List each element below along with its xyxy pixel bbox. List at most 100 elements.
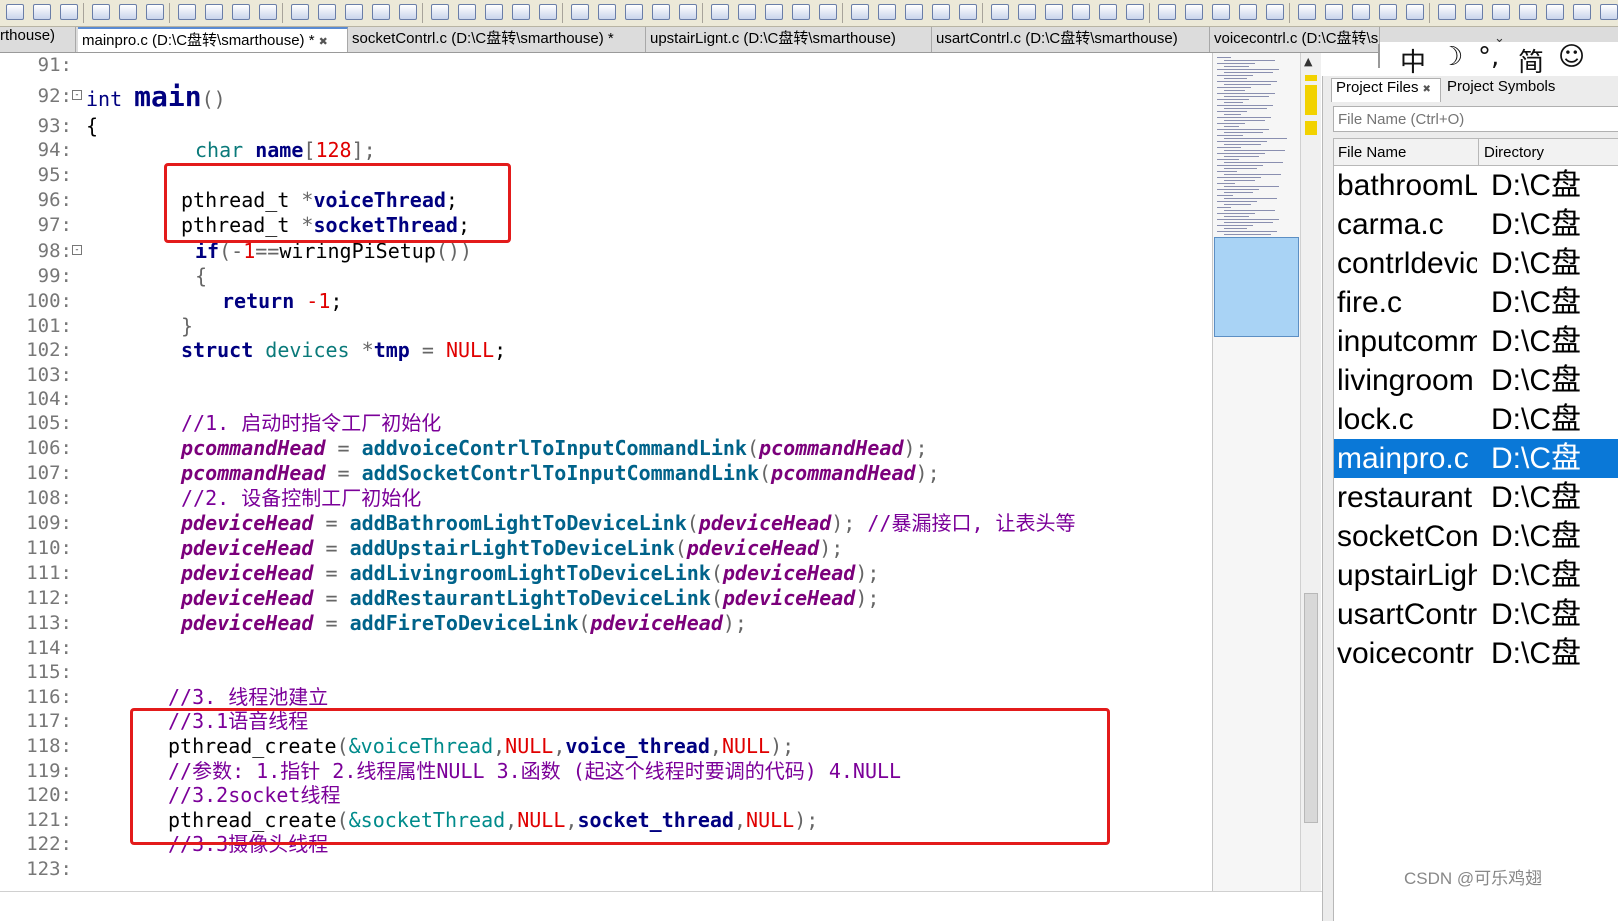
tab-upstairlignt[interactable]: upstairLignt.c (D:\C盘转\smarthouse) <box>646 27 932 52</box>
file-list-item[interactable]: contrldevic D:\C盘 <box>1334 244 1618 283</box>
toolbar-button-icon[interactable] <box>1406 4 1424 20</box>
toolbar-button-icon[interactable] <box>932 4 950 20</box>
toolbar-button-icon[interactable] <box>1379 4 1397 20</box>
toolbar-button-icon[interactable] <box>1519 4 1537 20</box>
toolbar-button-icon[interactable] <box>146 4 164 20</box>
file-list-item[interactable]: socketCon D:\C盘 <box>1334 517 1618 556</box>
scroll-up-arrow-icon[interactable]: ▲ <box>1304 55 1312 68</box>
toolbar-button-icon[interactable] <box>652 4 670 20</box>
tab-voicecontrl[interactable]: voicecontrl.c (D:\C盘转\smarthouse) <box>1210 27 1380 52</box>
file-list-item[interactable]: bathroomL D:\C盘 <box>1334 166 1618 205</box>
toolbar-button-icon[interactable] <box>259 4 277 20</box>
toolbar-button-icon[interactable] <box>431 4 449 20</box>
toolbar-button-icon[interactable] <box>1546 4 1564 20</box>
toolbar-button-icon[interactable] <box>1573 4 1591 20</box>
toolbar-button-icon[interactable] <box>819 4 837 20</box>
tab-usartcontrl[interactable]: usartContrl.c (D:\C盘转\smarthouse) <box>932 27 1210 52</box>
tab-project-symbols[interactable]: Project Symbols <box>1443 78 1618 102</box>
toolbar-button-icon[interactable] <box>959 4 977 20</box>
toolbar-button-icon[interactable] <box>905 4 923 20</box>
toolbar-button-icon[interactable] <box>738 4 756 20</box>
toolbar-button-icon[interactable] <box>1185 4 1203 20</box>
toolbar-button-icon[interactable] <box>1126 4 1144 20</box>
toolbar-button-icon[interactable] <box>625 4 643 20</box>
minimap-line <box>1224 216 1249 217</box>
toolbar-button-icon[interactable] <box>1212 4 1230 20</box>
toolbar-button-icon[interactable] <box>539 4 557 20</box>
tab-close-icon[interactable]: ✖ <box>319 36 328 48</box>
toolbar-button-icon[interactable] <box>1600 4 1618 20</box>
scroll-thumb[interactable] <box>1304 593 1318 823</box>
file-list-item[interactable]: restaurant D:\C盘 <box>1334 478 1618 517</box>
toolbar-button-icon[interactable] <box>679 4 697 20</box>
minimap-line <box>1217 159 1239 160</box>
panel-tab-close-icon[interactable]: ✖ <box>1423 84 1431 95</box>
toolbar-button-icon[interactable] <box>598 4 616 20</box>
file-name-filter-input[interactable] <box>1333 106 1618 132</box>
tab-project-files[interactable]: Project Files ✖ <box>1331 78 1441 102</box>
toolbar-button-icon[interactable] <box>178 4 196 20</box>
toolbar-button-icon[interactable] <box>399 4 417 20</box>
toolbar-button-icon[interactable] <box>60 4 78 20</box>
vertical-scrollbar[interactable]: ▲ <box>1300 53 1321 891</box>
toolbar-button-icon[interactable] <box>1045 4 1063 20</box>
toolbar-button-icon[interactable] <box>232 4 250 20</box>
fold-toggle-icon[interactable]: - <box>72 90 82 100</box>
toolbar-button-icon[interactable] <box>345 4 363 20</box>
toolbar-button-icon[interactable] <box>1266 4 1284 20</box>
tab-partial[interactable]: rthouse) <box>0 27 76 52</box>
toolbar-button-icon[interactable] <box>765 4 783 20</box>
toolbar-button-icon[interactable] <box>1438 4 1456 20</box>
file-list-item[interactable]: inputcomm D:\C盘 <box>1334 322 1618 361</box>
toolbar-button-icon[interactable] <box>119 4 137 20</box>
ime-chinese-mode[interactable]: 中 <box>1400 42 1426 79</box>
toolbar-button-icon[interactable] <box>1465 4 1483 20</box>
column-header-directory[interactable]: Directory <box>1484 144 1544 161</box>
toolbar-button-icon[interactable] <box>711 4 729 20</box>
toolbar-button-icon[interactable] <box>318 4 336 20</box>
file-name: fire.c <box>1337 286 1403 319</box>
toolbar-button-icon[interactable] <box>1072 4 1090 20</box>
file-list-item[interactable]: fire.c D:\C盘 <box>1334 283 1618 322</box>
toolbar-button-icon[interactable] <box>92 4 110 20</box>
toolbar-button-icon[interactable] <box>991 4 1009 20</box>
ime-punctuation-icon[interactable]: °, <box>1478 42 1499 72</box>
toolbar-button-icon[interactable] <box>458 4 476 20</box>
minimap-viewport[interactable] <box>1214 237 1299 337</box>
toolbar-button-icon[interactable] <box>1325 4 1343 20</box>
tab-mainpro[interactable]: mainpro.c (D:\C盘转\smarthouse) * ✖ <box>78 27 348 52</box>
column-header-file-name[interactable]: File Name <box>1338 144 1406 161</box>
toolbar-button-icon[interactable] <box>6 4 24 20</box>
toolbar-button-icon[interactable] <box>291 4 309 20</box>
toolbar-button-icon[interactable] <box>1239 4 1257 20</box>
ime-simplified-mode[interactable]: 简 <box>1518 42 1544 79</box>
toolbar-button-icon[interactable] <box>1158 4 1176 20</box>
toolbar-button-icon[interactable] <box>485 4 503 20</box>
toolbar-button-icon[interactable] <box>1099 4 1117 20</box>
toolbar-button-icon[interactable] <box>33 4 51 20</box>
ime-emoji-icon[interactable]: ☺ <box>1558 42 1585 72</box>
file-list-item[interactable]: mainpro.c D:\C盘 <box>1334 439 1618 478</box>
toolbar-button-icon[interactable] <box>878 4 896 20</box>
toolbar-button-icon[interactable] <box>571 4 589 20</box>
code-editor[interactable]: 91: 92: 93: 94: 95: 96: 97: 98: 99: 100: 101: 102: 1… <box>0 53 1212 891</box>
toolbar-button-icon[interactable] <box>512 4 530 20</box>
toolbar-button-icon[interactable] <box>1298 4 1316 20</box>
file-list-item[interactable]: voicecontr D:\C盘 <box>1334 634 1618 673</box>
fold-toggle-icon[interactable]: - <box>72 245 82 255</box>
file-list-item[interactable]: upstairLigh D:\C盘 <box>1334 556 1618 595</box>
file-list-item[interactable]: lock.c D:\C盘 <box>1334 400 1618 439</box>
file-list-item[interactable]: usartContr D:\C盘 <box>1334 595 1618 634</box>
file-list-item[interactable]: livingroom D:\C盘 <box>1334 361 1618 400</box>
toolbar-button-icon[interactable] <box>792 4 810 20</box>
toolbar-button-icon[interactable] <box>1492 4 1510 20</box>
toolbar-button-icon[interactable] <box>372 4 390 20</box>
toolbar-button-icon[interactable] <box>1352 4 1370 20</box>
tab-socketcontrl[interactable]: socketContrl.c (D:\C盘转\smarthouse) * <box>348 27 646 52</box>
toolbar-button-icon[interactable] <box>1018 4 1036 20</box>
ime-halfwidth-icon[interactable]: ☽ <box>1440 42 1463 72</box>
toolbar-button-icon[interactable] <box>851 4 869 20</box>
minimap[interactable] <box>1212 53 1301 891</box>
toolbar-button-icon[interactable] <box>205 4 223 20</box>
file-list-item[interactable]: carma.c D:\C盘 <box>1334 205 1618 244</box>
